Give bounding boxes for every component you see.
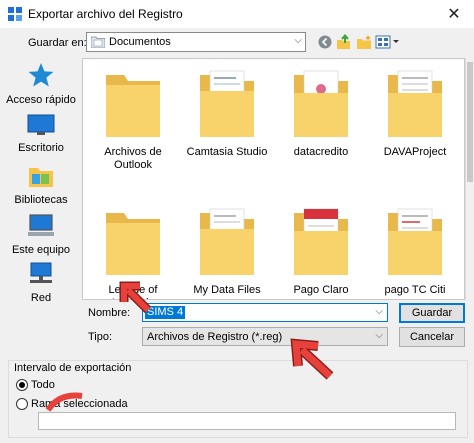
computer-icon (28, 214, 54, 236)
star-icon (28, 63, 54, 87)
chevron-down-icon: ⌵ (375, 306, 383, 317)
place-this-pc[interactable]: Este equipo (0, 214, 82, 256)
folder-item[interactable]: datacredito (275, 69, 367, 159)
file-list-scrollbar[interactable] (465, 58, 474, 300)
file-type-dropdown[interactable]: Archivos de Registro (*.reg) ⌵ (142, 327, 388, 346)
folder-icon (200, 208, 254, 275)
back-icon (318, 35, 332, 49)
close-button[interactable]: ✕ (434, 0, 474, 28)
view-menu-button[interactable] (374, 33, 400, 51)
file-type-value: Archivos de Registro (*.reg) (147, 331, 283, 343)
annotation-arrow-icon (119, 281, 152, 314)
back-button[interactable] (316, 33, 334, 51)
folder-icon (294, 208, 348, 275)
libraries-icon (29, 168, 53, 187)
file-name: Archivos de Outlook (104, 146, 162, 171)
radio-all[interactable] (16, 379, 28, 391)
folder-icon (388, 208, 442, 275)
folder-icon (106, 213, 160, 275)
cancel-button[interactable]: Cancelar (399, 327, 465, 347)
file-name: pago TC Citi (384, 284, 446, 296)
desktop-icon (27, 114, 55, 135)
view-menu-icon (375, 35, 399, 49)
annotation-arrow-icon (46, 392, 83, 412)
documents-folder-icon (91, 36, 105, 48)
place-label: Bibliotecas (14, 194, 68, 206)
file-name: Pago Claro (293, 284, 349, 296)
up-folder-icon (337, 34, 350, 49)
annotation-arrow-icon (290, 338, 334, 380)
export-registry-dialog: Exportar archivo del Registro ✕ Guardar … (0, 0, 474, 443)
place-label: Acceso rápido (6, 94, 76, 106)
type-label: Tipo: (88, 331, 113, 343)
places-bar: Acceso rápido Escritorio Bibliotecas Est… (0, 62, 82, 322)
registry-editor-icon (8, 7, 22, 21)
radio-selected-branch[interactable] (16, 398, 28, 410)
branch-path-input[interactable] (38, 412, 456, 430)
save-in-value: Documentos (109, 36, 171, 48)
place-desktop[interactable]: Escritorio (0, 114, 82, 154)
place-label: Este equipo (11, 244, 71, 256)
close-icon: ✕ (447, 6, 461, 23)
network-icon (30, 262, 52, 283)
file-name: DAVAProject (383, 146, 447, 158)
title-bar: Exportar archivo del Registro ✕ (0, 0, 474, 28)
chevron-down-icon: ⌵ (375, 330, 383, 341)
folder-item[interactable]: pago TC Citi (369, 207, 461, 297)
chevron-down-icon: ⌵ (294, 35, 302, 46)
new-folder-icon (357, 35, 371, 49)
save-button[interactable]: Guardar (399, 303, 465, 323)
window-title: Exportar archivo del Registro (28, 7, 183, 21)
file-name-input[interactable]: SIMS 4 ⌵ (142, 303, 388, 322)
file-name: datacredito (293, 146, 349, 158)
export-range-title: Intervalo de exportación (12, 362, 134, 374)
place-quick-access[interactable]: Acceso rápido (0, 62, 82, 106)
file-list[interactable]: Archivos de Outlook Camtasia Studio data… (82, 58, 465, 300)
folder-icon (200, 70, 254, 137)
place-network[interactable]: Red (0, 262, 82, 304)
scrollbar-thumb[interactable] (467, 62, 473, 182)
file-name: Camtasia Studio (186, 146, 268, 158)
folder-item[interactable]: DAVAProject (369, 69, 461, 159)
new-folder-button[interactable] (355, 33, 373, 51)
file-name: My Data Files (193, 284, 261, 296)
place-label: Escritorio (18, 142, 64, 154)
folder-icon (106, 75, 160, 137)
place-libraries[interactable]: Bibliotecas (0, 164, 82, 206)
save-in-label: Guardar en: (28, 37, 87, 49)
folder-item[interactable]: Camtasia Studio (181, 69, 273, 159)
folder-item[interactable]: My Data Files (181, 207, 273, 297)
place-label: Red (30, 292, 52, 304)
folder-item[interactable]: Archivos de Outlook (87, 69, 179, 172)
folder-item[interactable]: Pago Claro (275, 207, 367, 297)
folder-icon (294, 70, 348, 137)
up-folder-button[interactable] (335, 33, 353, 51)
folder-icon (388, 70, 442, 137)
save-in-dropdown[interactable]: Documentos ⌵ (86, 32, 306, 52)
